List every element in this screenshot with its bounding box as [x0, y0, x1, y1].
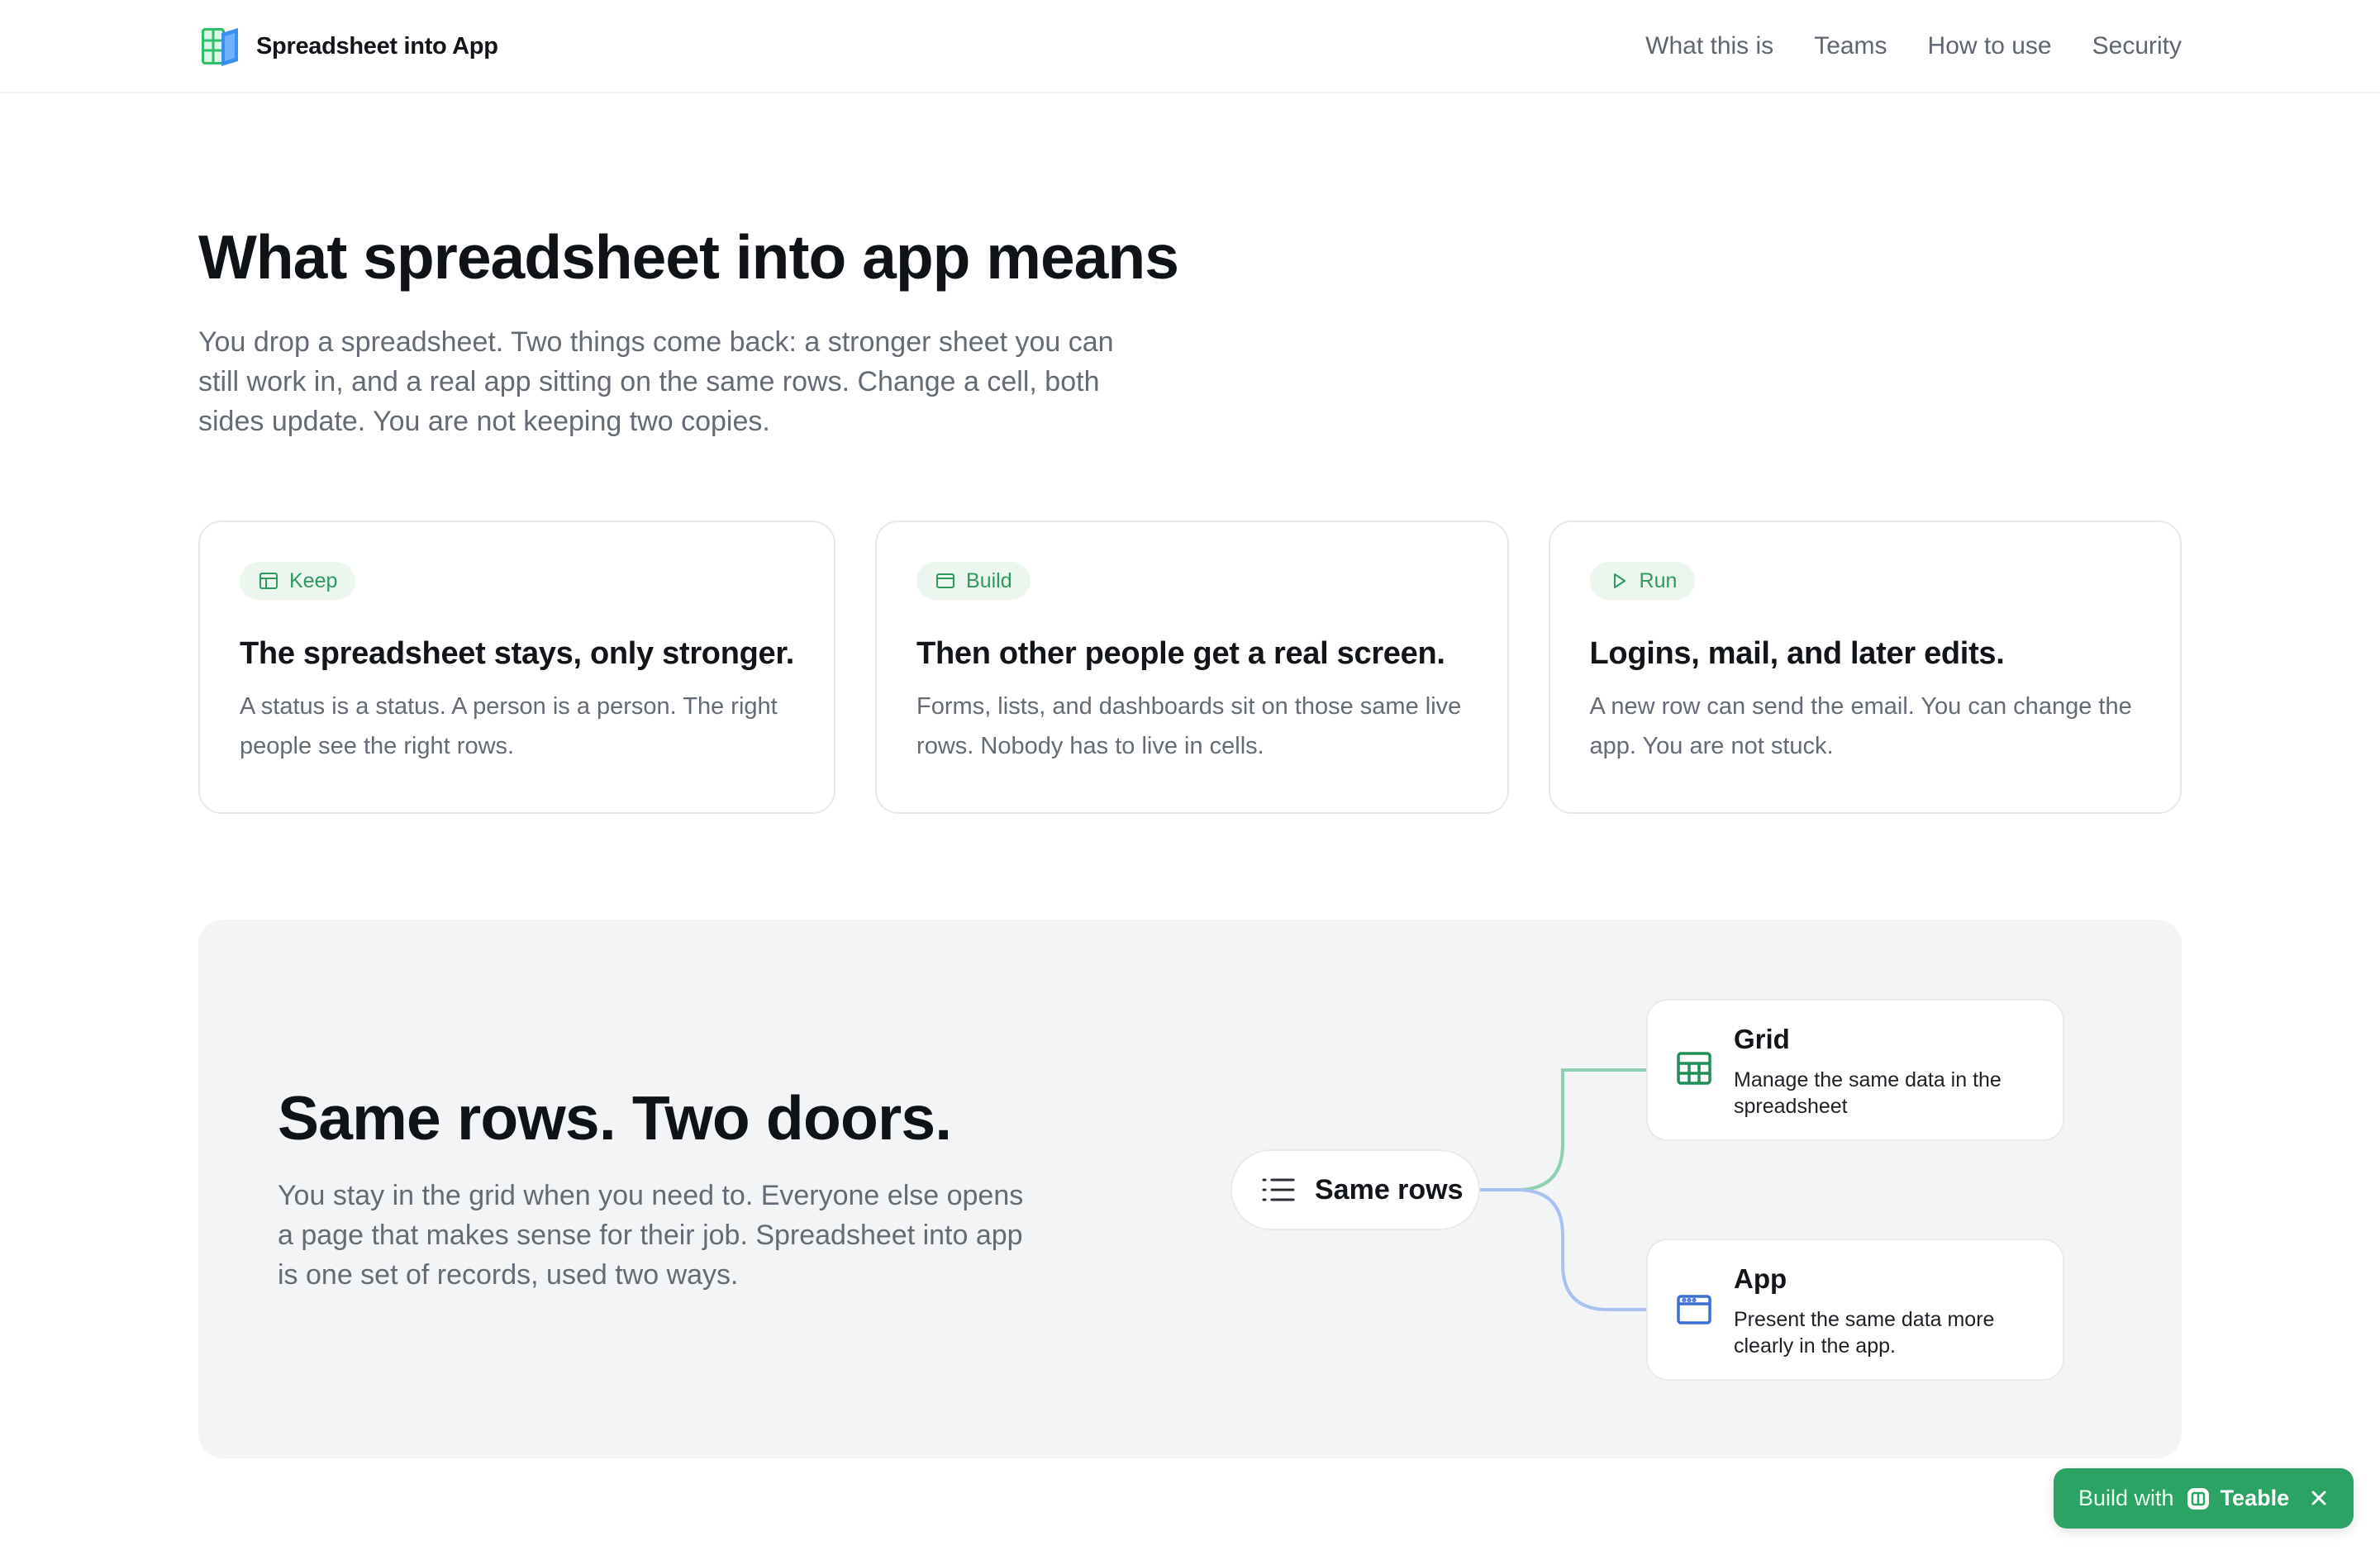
play-icon	[1613, 573, 1626, 588]
card-title: Logins, mail, and later edits.	[1589, 636, 2005, 671]
card-title: Then other people get a real screen.	[916, 636, 1445, 671]
app-window-icon	[1677, 1295, 1711, 1324]
nav-how-to-use[interactable]: How to use	[1928, 32, 2052, 60]
spreadsheet-app-logo-icon	[202, 28, 238, 66]
card-title: The spreadsheet stays, only stronger.	[240, 636, 795, 671]
app-title: App	[1734, 1263, 1787, 1294]
top-nav: What this is Teams How to use Security	[1645, 28, 2182, 64]
same-rows-label: Same rows	[1315, 1173, 1464, 1205]
app-node: App Present the same data more clearly i…	[1646, 1239, 2064, 1381]
nav-security[interactable]: Security	[2092, 32, 2182, 60]
close-icon[interactable]	[2307, 1486, 2330, 1510]
badge-prefix: Build with	[2078, 1486, 2174, 1510]
page-title: What spreadsheet into app means	[198, 222, 1179, 292]
card-body: A status is a status. A person is a pers…	[240, 693, 778, 759]
nav-what-this-is[interactable]: What this is	[1645, 32, 1773, 60]
list-icon	[1262, 1178, 1295, 1201]
site-header: Spreadsheet into App What this is Teams …	[0, 0, 2380, 93]
teable-logo-icon	[2187, 1487, 2209, 1510]
two-doors-panel: Same rows. Two doors. You stay in the gr…	[198, 920, 2182, 1458]
badge-brand: Teable	[2220, 1486, 2290, 1510]
brand[interactable]: Spreadsheet into App	[200, 25, 498, 68]
page-lead: You drop a spreadsheet. Two things come …	[198, 326, 1114, 437]
grid-desc: Manage the same data in the spreadsheet	[1734, 1068, 2002, 1118]
tag-label: Run	[1639, 568, 1678, 592]
tag-build: Build	[916, 562, 1031, 600]
grid-title: Grid	[1734, 1024, 1790, 1054]
grid-connector	[1480, 1068, 1646, 1191]
card-run: Run Logins, mail, and later edits. A new…	[1548, 521, 2182, 814]
grid-icon	[1677, 1052, 1711, 1085]
app-connector	[1480, 1188, 1646, 1311]
card-build: Build Then other people get a real scree…	[875, 521, 1509, 814]
nav-teams[interactable]: Teams	[1814, 32, 1887, 60]
tag-keep: Keep	[240, 562, 356, 600]
brand-name: Spreadsheet into App	[256, 32, 498, 59]
app-desc: Present the same data more clearly in th…	[1734, 1308, 1995, 1358]
tag-run: Run	[1589, 562, 1696, 600]
card-body: A new row can send the email. You can ch…	[1589, 693, 2132, 759]
build-with-teable-badge[interactable]: Build with Teable	[2054, 1468, 2354, 1529]
same-rows-node: Same rows	[1230, 1149, 1480, 1230]
feature-cards: Keep The spreadsheet stays, only stronge…	[198, 521, 2182, 814]
tag-label: Build	[966, 568, 1012, 592]
card-body: Forms, lists, and dashboards sit on thos…	[916, 693, 1462, 759]
tag-label: Keep	[289, 568, 338, 592]
card-keep: Keep The spreadsheet stays, only stronge…	[198, 521, 836, 814]
grid-node: Grid Manage the same data in the spreads…	[1646, 999, 2064, 1141]
table-icon	[259, 573, 278, 589]
window-icon	[936, 573, 955, 588]
